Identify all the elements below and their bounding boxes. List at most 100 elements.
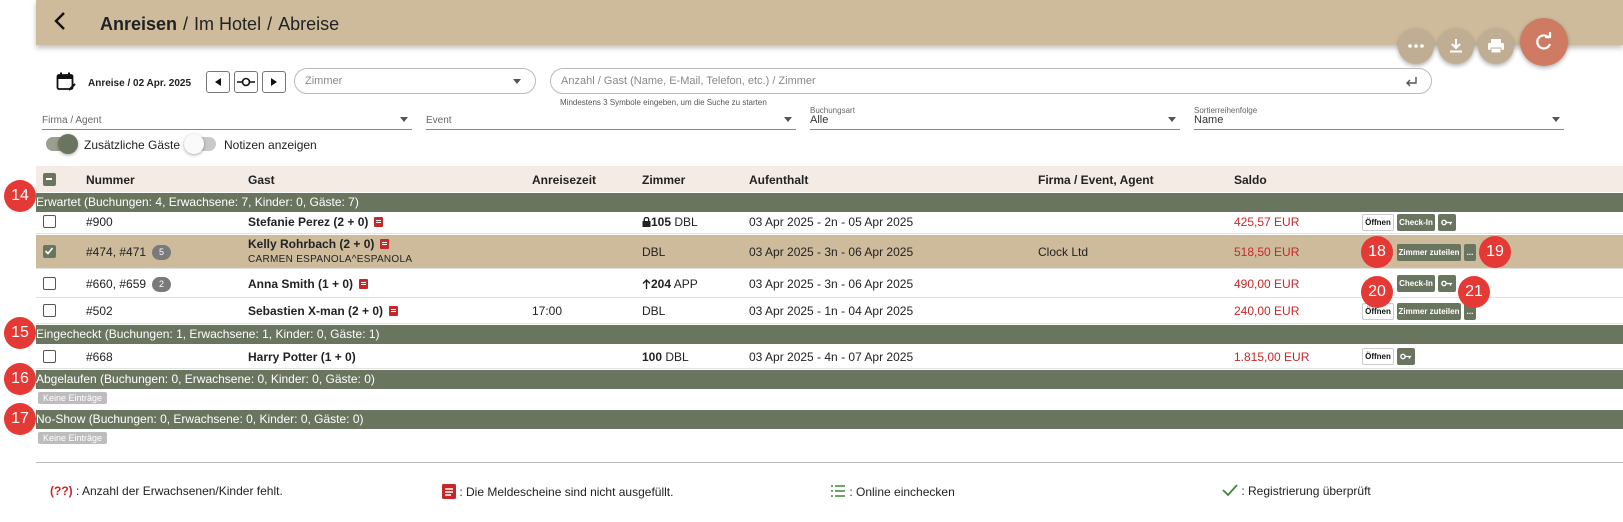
assign-room-button[interactable]: Zimmer zuteilen <box>1397 303 1461 320</box>
more-dots-icon <box>1408 44 1424 48</box>
prev-date-button[interactable] <box>206 71 230 93</box>
column-guest[interactable]: Gast <box>248 173 275 187</box>
breadcrumb-in-hotel[interactable]: Im Hotel <box>194 14 261 34</box>
booking-number: #502 <box>86 304 113 318</box>
stay: 03 Apr 2025 - 1n - 04 Apr 2025 <box>749 304 914 318</box>
select-all-checkbox[interactable] <box>43 173 56 186</box>
stay: 03 Apr 2025 - 2n - 05 Apr 2025 <box>749 215 914 229</box>
marker-badge: 21 <box>1458 276 1490 308</box>
legend-online-checkin: : Online einchecken <box>830 484 955 499</box>
print-button[interactable] <box>1478 28 1514 64</box>
key-button[interactable] <box>1397 348 1415 365</box>
breadcrumb-arrivals[interactable]: Anreisen <box>100 14 177 34</box>
calendar-icon[interactable] <box>56 72 76 92</box>
column-company[interactable]: Firma / Event, Agent <box>1038 173 1154 187</box>
company-agent-select[interactable]: Firma / Agent <box>42 110 412 130</box>
refresh-button[interactable] <box>1520 18 1568 66</box>
chevron-down-icon <box>1552 117 1560 122</box>
row-checkbox[interactable] <box>43 215 56 228</box>
guest-name[interactable]: Sebastien X-man (2 + 0) <box>248 304 399 318</box>
room: 100 DBL <box>642 350 689 364</box>
guest-name[interactable]: Stefanie Perez (2 + 0) <box>248 215 384 229</box>
marker-badge: 14 <box>4 180 36 212</box>
group-expired[interactable]: Abgelaufen (Buchungen: 0, Erwachsene: 0,… <box>36 370 1623 389</box>
guest-name[interactable]: Harry Potter (1 + 0) <box>248 350 356 364</box>
booking-type-select[interactable]: Buchungsart Alle <box>810 106 1180 130</box>
table-row[interactable]: #668 Harry Potter (1 + 0) 100 DBL 03 Apr… <box>36 344 1623 369</box>
divider <box>36 462 1623 463</box>
more-options-button[interactable] <box>1398 28 1434 64</box>
row-checkbox[interactable] <box>43 245 56 258</box>
room: 105 DBL <box>642 215 698 229</box>
extra-guests-toggle[interactable] <box>46 134 78 154</box>
enter-icon[interactable] <box>1405 76 1417 88</box>
balance: 490,00 EUR <box>1234 277 1300 291</box>
search-input[interactable]: Anzahl / Gast (Name, E-Mail, Telefon, et… <box>550 68 1432 94</box>
sort-order-select[interactable]: Sortierreihenfolge Name <box>1194 106 1564 130</box>
registration-form-icon <box>359 279 369 289</box>
guest-name[interactable]: Anna Smith (1 + 0) <box>248 277 369 291</box>
search-hint: Mindestens 3 Symbole eingeben, um die Su… <box>560 98 767 107</box>
registration-form-icon <box>389 306 399 316</box>
checkin-button[interactable]: Check-In <box>1397 275 1435 292</box>
date-navigation <box>206 71 286 93</box>
row-checkbox[interactable] <box>43 350 56 363</box>
marker-badge: 15 <box>4 317 36 349</box>
column-room[interactable]: Zimmer <box>642 173 685 187</box>
open-button[interactable]: Öffnen <box>1362 348 1394 365</box>
arrow-up-icon <box>642 279 651 289</box>
balance: 1.815,00 EUR <box>1234 350 1310 364</box>
today-button[interactable] <box>234 71 258 93</box>
checkin-button[interactable]: Check-In <box>1397 214 1435 231</box>
group-checked-in[interactable]: Eingecheckt (Buchungen: 1, Erwachsene: 1… <box>36 325 1623 344</box>
registration-form-icon <box>374 217 384 227</box>
legend-forms: : Die Meldescheine sind nicht ausgefüllt… <box>442 484 673 499</box>
registration-form-icon <box>380 239 390 249</box>
online-checkin-list-icon <box>831 485 845 497</box>
marker-badge: 18 <box>1361 236 1393 268</box>
table-header: Nummer Gast Anreisezeit Zimmer Aufenthal… <box>36 166 1623 192</box>
key-icon <box>1441 280 1453 287</box>
open-button[interactable]: Öffnen <box>1362 214 1394 231</box>
column-stay[interactable]: Aufenthalt <box>749 173 808 187</box>
more-actions-button[interactable]: ... <box>1464 244 1476 261</box>
breadcrumb-departure[interactable]: Abreise <box>278 14 339 34</box>
download-button[interactable] <box>1438 28 1474 64</box>
group-no-show[interactable]: No-Show (Buchungen: 0, Erwachsene: 0, Ki… <box>36 410 1623 429</box>
breadcrumb: Anreisen / Im Hotel / Abreise <box>100 14 340 34</box>
booking-number: #474, #471 5 <box>86 245 172 260</box>
group-expected[interactable]: Erwartet (Buchungen: 4, Erwachsene: 7, K… <box>36 193 1623 212</box>
app-window: { "header": { "crumb_active": "Anreisen"… <box>0 0 1623 522</box>
column-number[interactable]: Nummer <box>86 173 135 187</box>
row-checkbox[interactable] <box>43 304 56 317</box>
chevron-down-icon <box>784 117 792 122</box>
chevron-down-icon <box>400 117 408 122</box>
date-label: Anreise / 02 Apr. 2025 <box>88 78 192 89</box>
column-balance[interactable]: Saldo <box>1234 173 1267 187</box>
key-icon <box>1400 353 1412 360</box>
registration-form-icon <box>442 484 456 499</box>
marker-badge: 19 <box>1479 236 1511 268</box>
notes-toggle[interactable] <box>184 134 216 154</box>
marker-badge: 17 <box>4 403 36 435</box>
room: 204 APP <box>642 277 698 291</box>
table-row[interactable]: #900 Stefanie Perez (2 + 0) 105 DBL 03 A… <box>36 212 1623 234</box>
column-arrival-time[interactable]: Anreisezeit <box>532 173 596 187</box>
extra-guests-label: Zusätzliche Gäste <box>84 138 181 152</box>
today-icon <box>237 77 255 87</box>
key-button[interactable] <box>1438 275 1456 292</box>
lock-icon <box>642 216 651 227</box>
empty-badge: Keine Einträge <box>38 392 108 404</box>
assign-room-button[interactable]: Zimmer zuteilen <box>1397 244 1461 261</box>
guest-name[interactable]: Kelly Rohrbach (2 + 0) <box>248 237 390 251</box>
key-button[interactable] <box>1438 214 1456 231</box>
event-select[interactable]: Event <box>426 110 796 130</box>
booking-number: #900 <box>86 215 113 229</box>
room-select[interactable]: Zimmer <box>294 68 536 94</box>
legend-missing-count: (??) : Anzahl der Erwachsenen/Kinder feh… <box>50 484 283 498</box>
caret-right-icon <box>271 78 277 86</box>
back-arrow-icon[interactable] <box>52 10 70 32</box>
balance: 240,00 EUR <box>1234 304 1300 318</box>
row-checkbox[interactable] <box>43 277 56 290</box>
next-date-button[interactable] <box>262 71 286 93</box>
